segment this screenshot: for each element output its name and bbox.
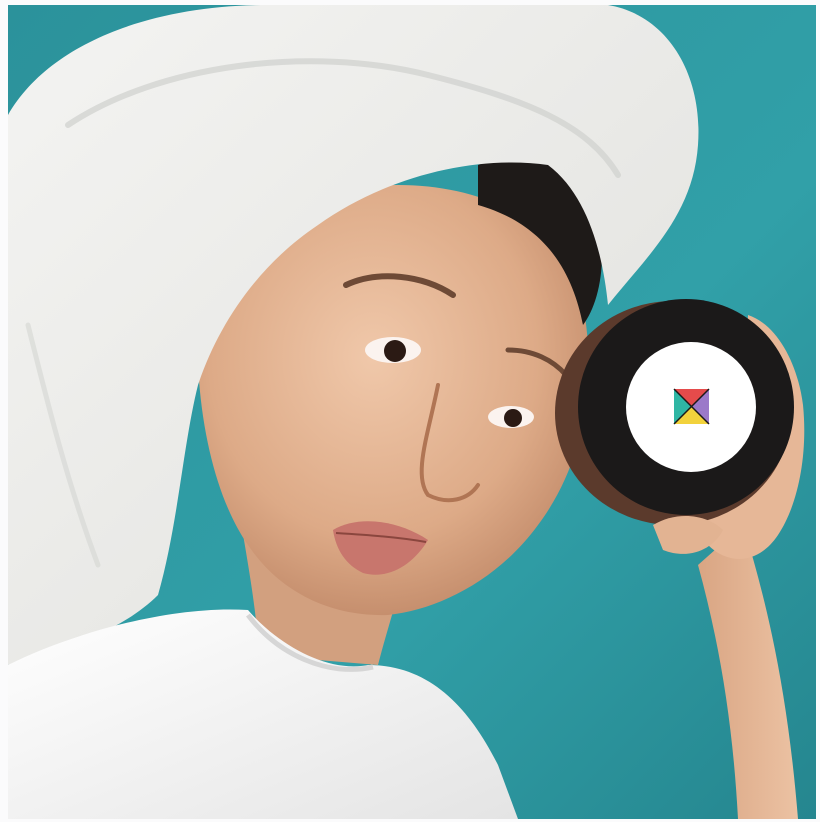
left-iris [384,340,406,362]
product-photo [8,5,816,819]
brand-logo-icon [673,388,710,425]
right-iris [504,409,522,427]
